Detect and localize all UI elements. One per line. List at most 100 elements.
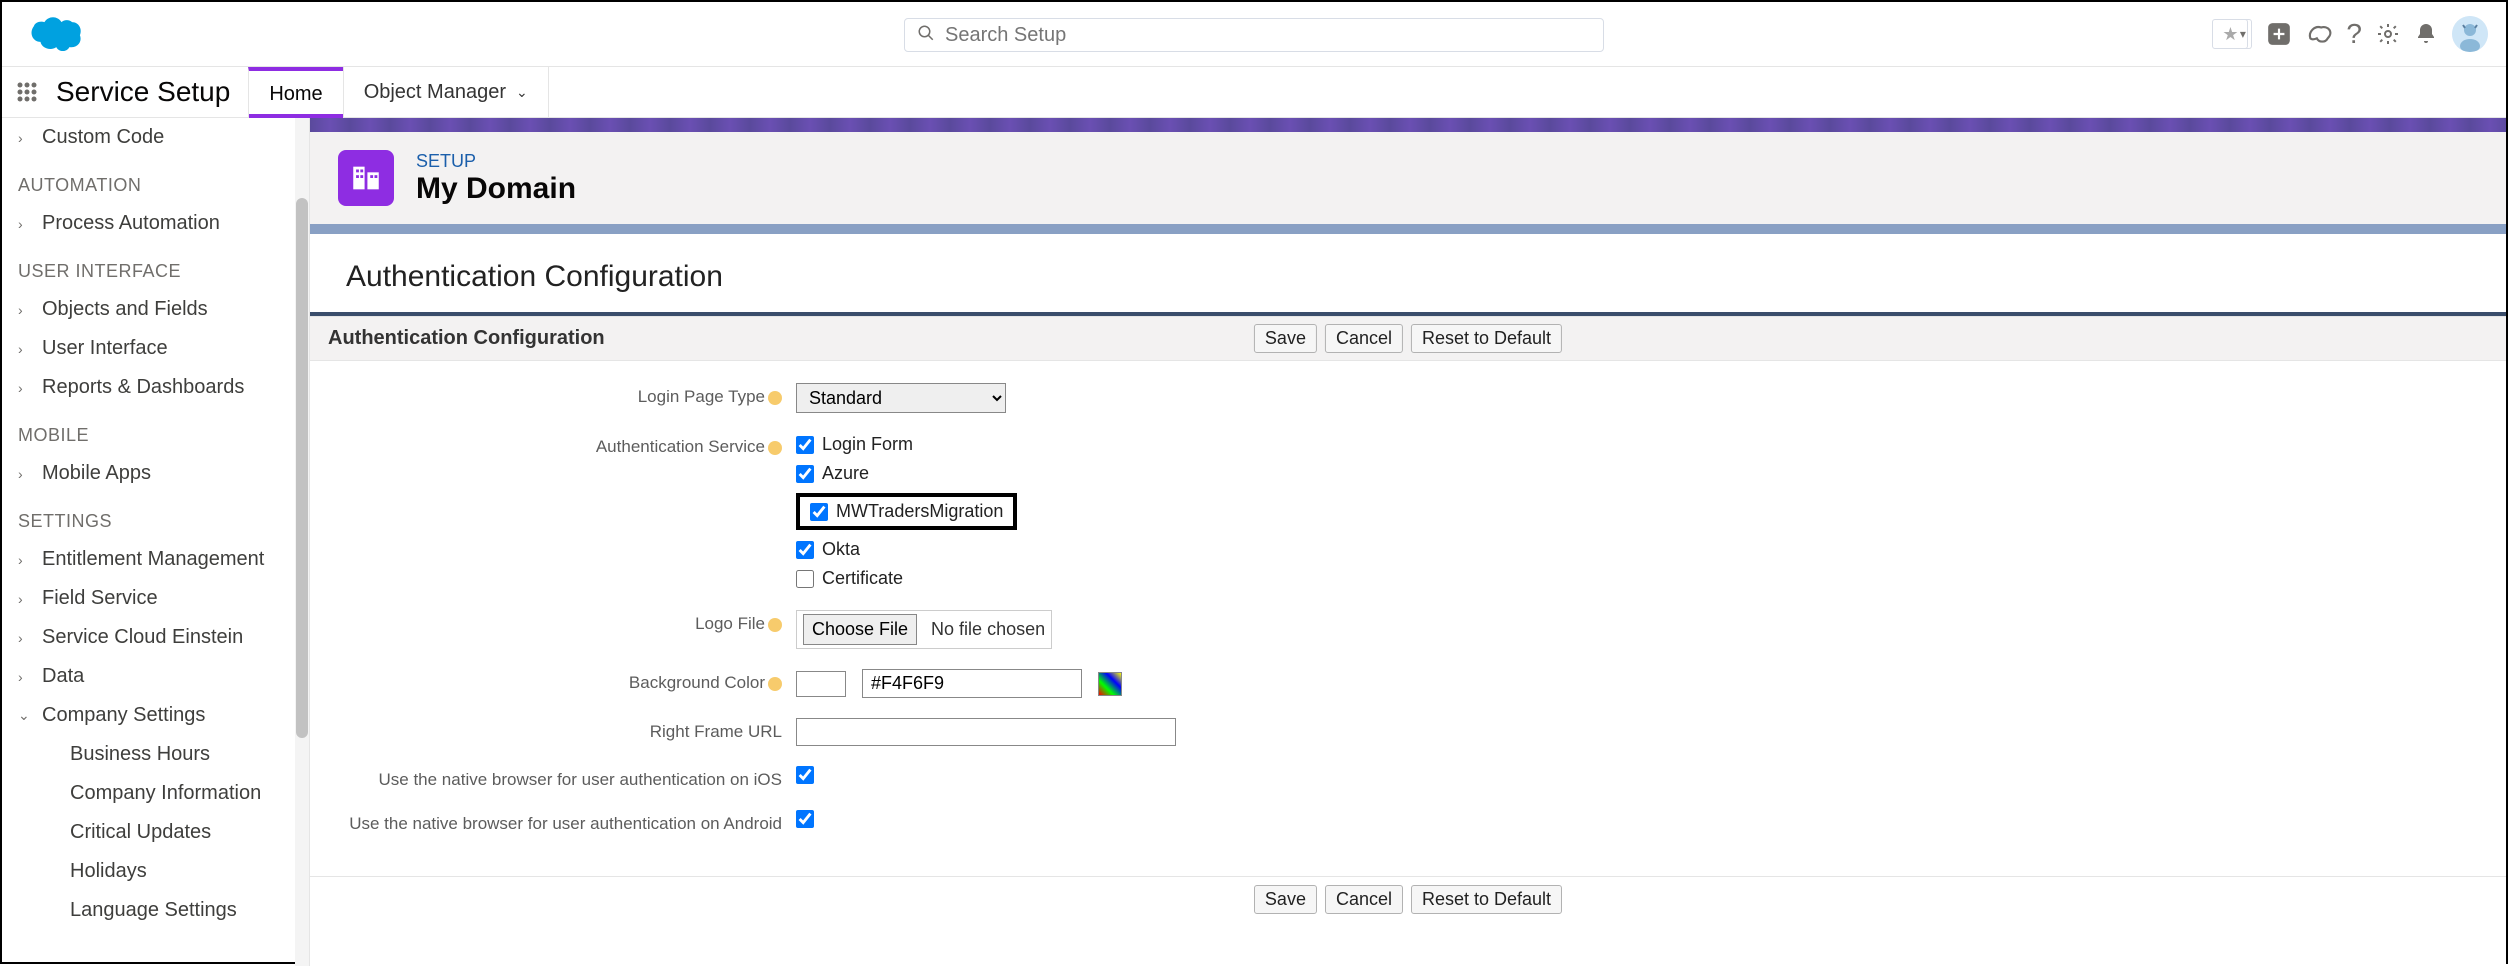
sidebar-item-mobile-apps[interactable]: ›Mobile Apps [2,454,309,493]
sidebar-item-label: Business Hours [70,743,210,766]
auth-service-label: Azure [822,463,869,484]
cancel-button-bottom[interactable]: Cancel [1325,885,1403,914]
page-header: SETUP My Domain [310,132,2506,234]
file-status: No file chosen [931,619,1045,640]
save-button-bottom[interactable]: Save [1254,885,1317,914]
chevron-right-icon: › [18,552,32,568]
tab-home[interactable]: Home [248,67,342,117]
sidebar-item-label: Company Settings [42,704,205,727]
sidebar-heading: USER INTERFACE [2,243,309,290]
sidebar-item-user-interface[interactable]: › User Interface [2,329,309,368]
auth-service-label: Okta [822,539,860,560]
chevron-right-icon: › [18,591,32,607]
panel-header: Authentication Configuration Save Cancel… [310,316,2506,361]
auth-service-checkbox[interactable] [796,465,814,483]
sidebar-heading: MOBILE [2,407,309,454]
sidebar-item-label: Language Settings [70,899,237,922]
sidebar-item-company-settings[interactable]: ⌄ Company Settings [2,696,309,735]
app-launcher-icon[interactable] [2,67,52,117]
native-ios-checkbox[interactable] [796,766,814,784]
chevron-down-icon: ⌄ [18,707,32,724]
login-page-type-label: Login Page Type [346,383,796,407]
auth-service-checkbox[interactable] [796,541,814,559]
chevron-right-icon: › [18,380,32,396]
sidebar-item-label: Field Service [42,587,158,610]
user-avatar[interactable] [2452,16,2488,52]
sidebar-heading: AUTOMATION [2,157,309,204]
chevron-right-icon: › [18,669,32,685]
salesforce-help-icon[interactable] [2306,21,2332,47]
sidebar-item-objects-fields[interactable]: › Objects and Fields [2,290,309,329]
chevron-right-icon: › [18,630,32,646]
setup-gear-icon[interactable] [2376,22,2400,46]
chevron-right-icon: › [18,130,32,146]
sidebar-item-label: User Interface [42,337,168,360]
help-icon[interactable] [768,391,782,405]
save-button[interactable]: Save [1254,324,1317,353]
sidebar-item-language-settings[interactable]: Language Settings [2,891,309,930]
auth-service-checkbox[interactable] [796,436,814,454]
sidebar-item-label: Reports & Dashboards [42,376,244,399]
color-swatch [796,671,846,697]
chevron-right-icon: › [18,302,32,318]
auth-service-option[interactable]: MWTradersMigration [796,493,1017,530]
sidebar-item-custom-code[interactable]: › Custom Code [2,118,309,157]
favorites-dropdown[interactable]: ▾ [2234,19,2252,49]
chevron-right-icon: › [18,341,32,357]
sidebar-item-reports-dashboards[interactable]: › Reports & Dashboards [2,368,309,407]
sidebar-item-holidays[interactable]: Holidays [2,852,309,891]
color-picker-icon[interactable] [1098,672,1122,696]
choose-file-button[interactable]: Choose File [803,614,917,645]
sidebar-item-entitlement[interactable]: › Entitlement Management [2,540,309,579]
sidebar-item-label: Entitlement Management [42,548,264,571]
bottom-button-row: Save Cancel Reset to Default [310,876,2506,934]
page-title: My Domain [416,172,576,206]
search-icon [917,24,935,47]
add-icon[interactable] [2266,21,2292,47]
app-name: Service Setup [52,67,248,117]
auth-service-option[interactable]: Azure [796,462,1017,485]
search-input[interactable] [945,24,1591,47]
sidebar-scrollbar[interactable] [295,118,309,966]
sidebar-item-field-service[interactable]: › Field Service [2,579,309,618]
help-icon[interactable] [768,441,782,455]
auth-service-label: Certificate [822,568,903,589]
help-icon[interactable] [768,677,782,691]
sidebar-item-service-cloud-einstein[interactable]: ›Service Cloud Einstein [2,618,309,657]
page-eyebrow: SETUP [416,151,576,172]
auth-services-group: Login Form Azure MWTradersMigration Okta Cer… [796,433,1017,590]
auth-service-option[interactable]: Login Form [796,433,1017,456]
global-header: ★ ▾ ? [2,2,2506,66]
tab-object-manager[interactable]: Object Manager ⌄ [343,67,548,117]
sidebar-item-process-automation[interactable]: ›Process Automation [2,204,309,243]
sidebar-item-label: Objects and Fields [42,298,208,321]
sidebar-item-business-hours[interactable]: Business Hours [2,735,309,774]
sidebar-item-label: Custom Code [42,126,164,149]
decorative-pattern [310,118,2506,132]
cancel-button[interactable]: Cancel [1325,324,1403,353]
sidebar-item-company-information[interactable]: Company Information [2,774,309,813]
auth-service-option[interactable]: Okta [796,538,1017,561]
sidebar-item-critical-updates[interactable]: Critical Updates [2,813,309,852]
tab-label: Object Manager [364,81,506,104]
sidebar-item-data[interactable]: ›Data [2,657,309,696]
auth-service-option[interactable]: Certificate [796,567,1017,590]
right-frame-url-input[interactable] [796,718,1176,746]
logo-file-label: Logo File [346,610,796,634]
auth-service-checkbox[interactable] [796,570,814,588]
bg-color-input[interactable] [862,669,1082,698]
native-android-checkbox[interactable] [796,810,814,828]
sidebar-item-label: Company Information [70,782,261,805]
native-android-label: Use the native browser for user authenti… [346,810,796,834]
login-page-type-select[interactable]: Standard [796,383,1006,413]
bg-color-label: Background Color [346,669,796,693]
salesforce-logo [18,9,84,60]
reset-button[interactable]: Reset to Default [1411,324,1562,353]
reset-button-bottom[interactable]: Reset to Default [1411,885,1562,914]
sidebar-item-label: Holidays [70,860,147,883]
tab-label: Home [269,83,322,106]
notifications-bell-icon[interactable] [2414,22,2438,46]
help-icon[interactable]: ? [2346,18,2362,50]
help-icon[interactable] [768,618,782,632]
auth-service-checkbox[interactable] [810,503,828,521]
